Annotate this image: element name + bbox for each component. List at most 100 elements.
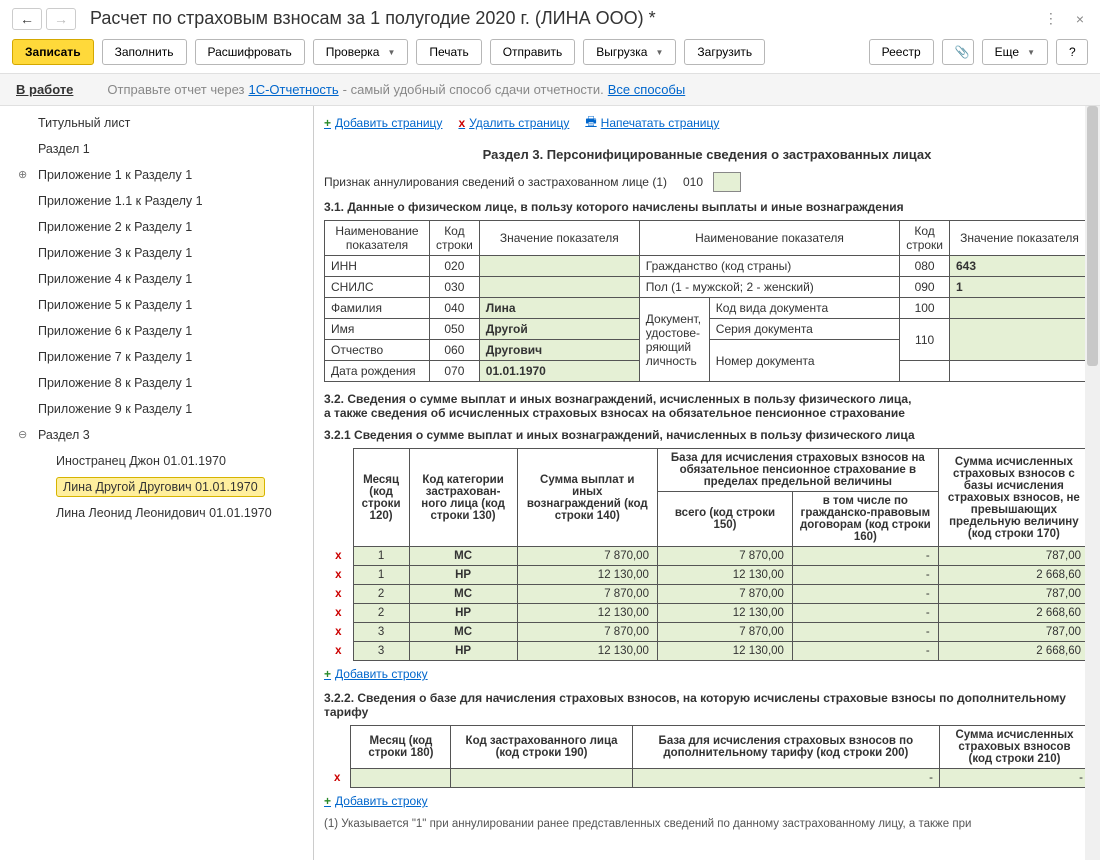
month-cell[interactable]: 2 (353, 604, 409, 623)
category-cell[interactable]: МС (409, 585, 517, 604)
base-gph-cell[interactable]: - (792, 547, 938, 566)
category-cell[interactable]: НР (409, 566, 517, 585)
delete-row-icon[interactable]: x (331, 588, 345, 600)
t322-calc[interactable]: - (940, 769, 1090, 788)
check-button[interactable]: Проверка▼ (313, 39, 409, 65)
tree-item[interactable]: Титульный лист (0, 110, 313, 136)
sum-cell[interactable]: 7 870,00 (517, 623, 657, 642)
registry-button[interactable]: Реестр (869, 39, 934, 65)
save-button[interactable]: Записать (12, 39, 94, 65)
delete-page-action[interactable]: xУдалить страницу (458, 116, 569, 130)
category-cell[interactable]: НР (409, 604, 517, 623)
decode-button[interactable]: Расшифровать (195, 39, 305, 65)
tree-item[interactable]: Приложение 2 к Разделу 1 (0, 214, 313, 240)
close-icon[interactable]: × (1072, 7, 1088, 31)
citizenship-field[interactable]: 643 (950, 256, 1090, 277)
category-cell[interactable]: МС (409, 623, 517, 642)
inn-field[interactable] (479, 256, 639, 277)
help-button[interactable]: ? (1056, 39, 1088, 65)
tree-item[interactable]: Приложение 9 к Разделу 1 (0, 396, 313, 422)
calc-cell[interactable]: 2 668,60 (938, 604, 1089, 623)
export-button[interactable]: Выгрузка▼ (583, 39, 676, 65)
tree-item[interactable]: Приложение 5 к Разделу 1 (0, 292, 313, 318)
delete-row-icon[interactable]: x (331, 550, 345, 562)
tree-item[interactable]: Раздел 3 (0, 422, 313, 448)
nav-forward-button[interactable]: → (46, 8, 76, 30)
calc-cell[interactable]: 787,00 (938, 623, 1089, 642)
base-all-cell[interactable]: 12 130,00 (657, 604, 792, 623)
base-gph-cell[interactable]: - (792, 604, 938, 623)
month-cell[interactable]: 1 (353, 547, 409, 566)
base-all-cell[interactable]: 7 870,00 (657, 623, 792, 642)
x-icon: x (458, 116, 465, 130)
firstname-field[interactable]: Другой (479, 319, 639, 340)
tree-item[interactable]: Раздел 1 (0, 136, 313, 162)
tree-item[interactable]: Иностранец Джон 01.01.1970 (0, 448, 313, 474)
t322-base[interactable]: - (632, 769, 939, 788)
sum-cell[interactable]: 12 130,00 (517, 642, 657, 661)
lastname-field[interactable]: Лина (479, 298, 639, 319)
base-gph-cell[interactable]: - (792, 566, 938, 585)
doc-number-field[interactable] (950, 319, 1090, 361)
send-button[interactable]: Отправить (490, 39, 576, 65)
base-all-cell[interactable]: 12 130,00 (657, 642, 792, 661)
tree-item[interactable]: Приложение 1.1 к Разделу 1 (0, 188, 313, 214)
kebab-icon[interactable]: ⋮ (1040, 6, 1062, 31)
calc-cell[interactable]: 2 668,60 (938, 642, 1089, 661)
snils-field[interactable] (479, 277, 639, 298)
base-all-cell[interactable]: 7 870,00 (657, 547, 792, 566)
tree-item[interactable]: Приложение 1 к Разделу 1 (0, 162, 313, 188)
month-cell[interactable]: 1 (353, 566, 409, 585)
fill-button[interactable]: Заполнить (102, 39, 187, 65)
tree-item[interactable]: Лина Леонид Леонидович 01.01.1970 (0, 500, 313, 526)
base-all-cell[interactable]: 12 130,00 (657, 566, 792, 585)
calc-cell[interactable]: 787,00 (938, 547, 1089, 566)
sum-cell[interactable]: 7 870,00 (517, 547, 657, 566)
annul-checkbox[interactable] (713, 172, 741, 192)
print-page-action[interactable]: 🖶Напечатать страницу (585, 112, 719, 133)
delete-row-icon[interactable]: x (331, 626, 345, 638)
month-cell[interactable]: 2 (353, 585, 409, 604)
print-button[interactable]: Печать (416, 39, 481, 65)
tree-item[interactable]: Приложение 7 к Разделу 1 (0, 344, 313, 370)
sum-cell[interactable]: 12 130,00 (517, 566, 657, 585)
delete-row-icon[interactable]: x (330, 772, 344, 784)
base-gph-cell[interactable]: - (792, 642, 938, 661)
sex-field[interactable]: 1 (950, 277, 1090, 298)
add-row-322-action[interactable]: +Добавить строку (324, 794, 1090, 808)
t322-code[interactable] (451, 769, 632, 788)
tree-item[interactable]: Приложение 4 к Разделу 1 (0, 266, 313, 292)
month-cell[interactable]: 3 (353, 642, 409, 661)
calc-cell[interactable]: 2 668,60 (938, 566, 1089, 585)
sum-cell[interactable]: 7 870,00 (517, 585, 657, 604)
add-row-321-action[interactable]: +Добавить строку (324, 667, 1090, 681)
attach-button[interactable]: 📎 (942, 39, 974, 65)
tree-item[interactable]: Приложение 6 к Разделу 1 (0, 318, 313, 344)
doc-kind-field[interactable] (950, 298, 1090, 319)
category-cell[interactable]: НР (409, 642, 517, 661)
delete-row-icon[interactable]: x (331, 607, 345, 619)
middlename-field[interactable]: Другович (479, 340, 639, 361)
base-gph-cell[interactable]: - (792, 585, 938, 604)
month-cell[interactable]: 3 (353, 623, 409, 642)
t322-month[interactable] (351, 769, 451, 788)
add-page-action[interactable]: +Добавить страницу (324, 116, 442, 130)
link-1c-report[interactable]: 1С-Отчетность (248, 82, 338, 97)
tree-item[interactable]: Приложение 3 к Разделу 1 (0, 240, 313, 266)
base-all-cell[interactable]: 7 870,00 (657, 585, 792, 604)
category-cell[interactable]: МС (409, 547, 517, 566)
sum-cell[interactable]: 12 130,00 (517, 604, 657, 623)
nav-back-button[interactable]: ← (12, 8, 42, 30)
birthdate-field[interactable]: 01.01.1970 (479, 361, 639, 382)
more-button[interactable]: Еще▼ (982, 39, 1048, 65)
import-button[interactable]: Загрузить (684, 39, 765, 65)
delete-row-icon[interactable]: x (331, 645, 345, 657)
tree-item[interactable]: Лина Другой Другович 01.01.1970 (0, 474, 313, 500)
calc-cell[interactable]: 787,00 (938, 585, 1089, 604)
base-gph-cell[interactable]: - (792, 623, 938, 642)
link-all-methods[interactable]: Все способы (608, 82, 685, 97)
delete-row-icon[interactable]: x (331, 569, 345, 581)
scrollbar-vertical[interactable] (1085, 106, 1100, 860)
annul-row: Признак аннулирования сведений о застрах… (324, 172, 1090, 192)
tree-item[interactable]: Приложение 8 к Разделу 1 (0, 370, 313, 396)
